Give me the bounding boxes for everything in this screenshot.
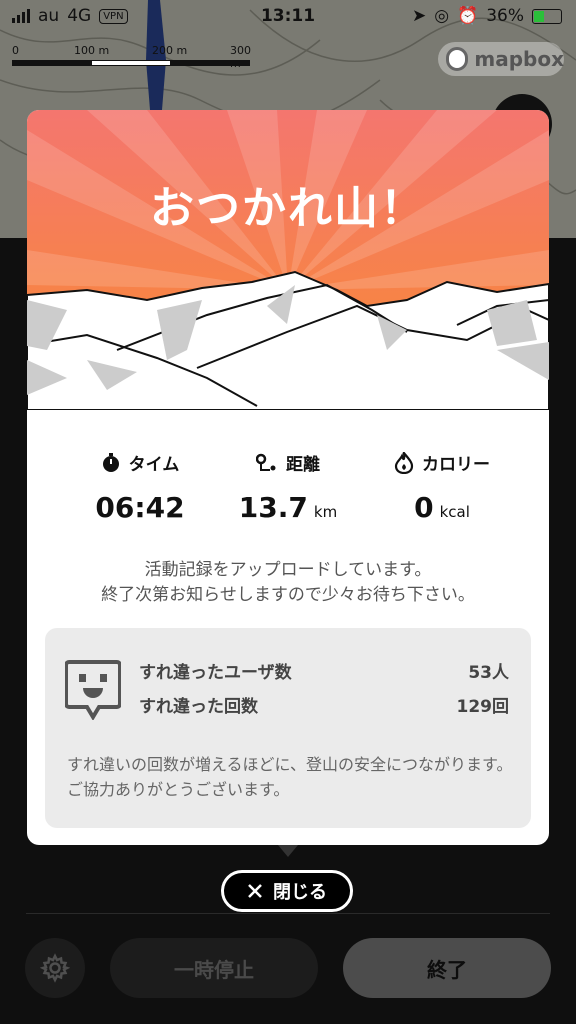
scale-label: 200 m	[152, 44, 188, 57]
close-icon	[248, 884, 262, 898]
summit-modal: おつかれ山！ タイム 06:42 距離 13.7 km カロリー 0 kcal 活動…	[27, 110, 549, 845]
upload-message-line: 終了次第お知らせしますので少々お待ち下さい。	[101, 585, 475, 605]
passing-note: すれ違いの回数が増えるほどに、登山の安全につながります。ご協力ありがとうございま…	[67, 755, 513, 799]
route-icon	[256, 453, 276, 471]
flame-icon	[394, 451, 414, 474]
stopwatch-icon	[102, 452, 119, 472]
stat-label: タイム	[128, 455, 180, 475]
stat-calories: カロリー 0 kcal	[367, 450, 517, 524]
passed-users-value: 53人	[468, 663, 509, 683]
mapbox-mark-icon	[446, 47, 469, 71]
passing-stats-box: すれ違ったユーザ数 53人 すれ違った回数 129回 すれ違いの回数が増えるほど…	[45, 628, 531, 828]
stat-value: 0	[414, 491, 434, 524]
stat-label: 距離	[286, 455, 320, 475]
end-button[interactable]: 終了	[343, 938, 551, 998]
settings-button[interactable]	[25, 938, 85, 998]
close-label: 閉じる	[273, 882, 327, 903]
passed-users-label: すれ違ったユーザ数	[139, 663, 292, 683]
passing-face-icon	[65, 660, 121, 720]
scale-label: 300 m	[230, 44, 251, 70]
hero-illustration	[27, 110, 549, 410]
stat-value: 13.7	[238, 491, 308, 524]
mapbox-wordmark: mapbox	[474, 47, 564, 71]
scale-label: 0	[12, 44, 19, 57]
stat-time: タイム 06:42	[65, 450, 215, 524]
status-bar: au 4G VPN 13:11 ➤ ◎ ⏰ 36%	[0, 0, 576, 34]
stat-value: 06:42	[95, 491, 185, 524]
scale-label: 100 m	[74, 44, 110, 57]
gear-icon	[40, 953, 70, 983]
orientation-lock-icon: ◎	[434, 6, 450, 26]
close-button[interactable]: 閉じる	[221, 870, 353, 912]
passed-count-value: 129回	[456, 697, 510, 717]
divider	[26, 913, 550, 914]
stat-unit: km	[313, 503, 338, 521]
mapbox-logo[interactable]: mapbox	[438, 42, 564, 76]
battery-percent: 36%	[486, 6, 524, 26]
stat-distance: 距離 13.7 km	[213, 450, 363, 524]
upload-message-line: 活動記録をアップロードしています。	[144, 560, 432, 580]
passed-count-label: すれ違った回数	[139, 697, 258, 717]
pause-button[interactable]: 一時停止	[110, 938, 318, 998]
battery-icon	[532, 8, 562, 24]
stat-label: カロリー	[422, 455, 490, 475]
location-arrow-icon: ➤	[411, 6, 427, 26]
alarm-icon: ⏰	[457, 6, 479, 26]
modal-title: おつかれ山！	[150, 183, 426, 234]
map-scale-bar: 0 100 m 200 m 300 m	[12, 42, 251, 70]
upload-message: 活動記録をアップロードしています。 終了次第お知らせしますので少々お待ち下さい。	[27, 558, 549, 608]
stat-unit: kcal	[439, 503, 470, 521]
chart-pointer	[278, 845, 298, 857]
